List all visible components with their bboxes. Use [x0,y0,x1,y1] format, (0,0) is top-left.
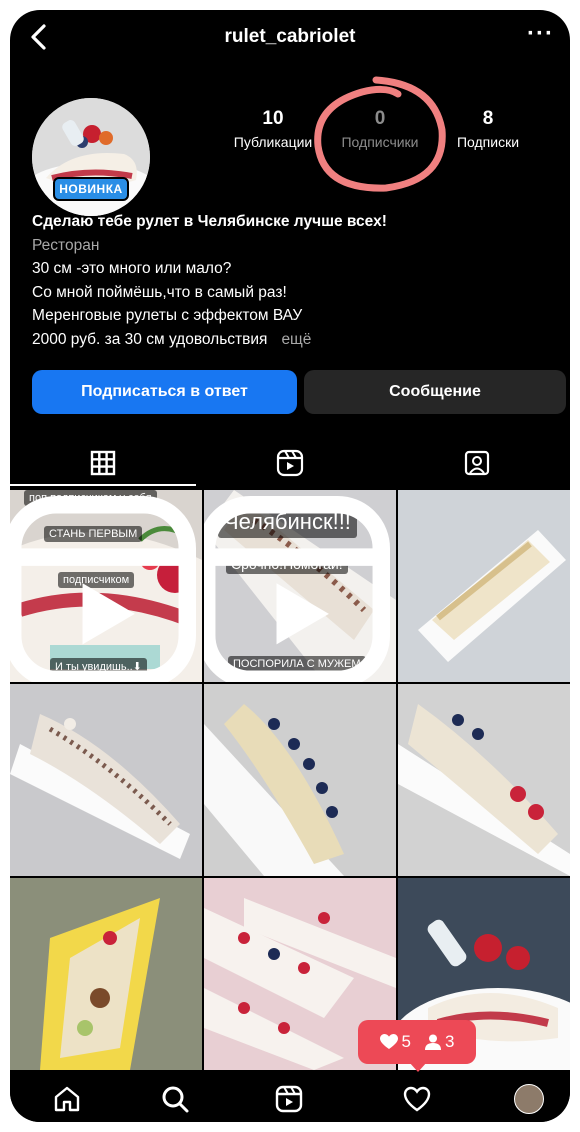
more-options-icon[interactable]: ··· [527,20,554,48]
follow-back-button[interactable]: Подписаться в ответ [32,370,297,414]
bio-line: 2000 руб. за 30 см удовольствия ещё [32,328,552,352]
profile-username: rulet_cabriolet [224,26,356,47]
hand-drawn-circle-annotation [314,76,446,192]
grid-post[interactable] [204,684,396,876]
bio-category: Ресторан [32,236,100,254]
bio-more-link[interactable]: ещё [281,331,311,348]
reels-icon [276,449,304,477]
likes-count: 5 [401,1032,411,1051]
person-icon [425,1034,441,1050]
top-bar: rulet_cabriolet ··· [10,10,570,62]
likes-group: 5 [379,1032,411,1052]
grid-post[interactable] [398,490,570,682]
follows-count: 3 [445,1032,455,1051]
activity-notification[interactable]: 5 3 [358,1020,476,1064]
grid-post[interactable] [10,684,202,876]
profile-avatar[interactable] [514,1084,544,1114]
home-icon[interactable] [52,1084,82,1114]
activity-heart-icon[interactable] [402,1084,432,1114]
heart-icon [379,1034,398,1049]
reels-icon[interactable] [274,1084,304,1114]
grid-post[interactable]: поп подписчикам у себя СТАНЬ ПЕРВЫМ подп… [10,490,202,682]
message-button[interactable]: Сообщение [304,370,566,414]
bio-line: Со мной поймёшь,что в самый раз! [32,283,287,301]
reel-badge-icon [204,496,390,682]
grid-post[interactable] [398,684,570,876]
grid-post[interactable] [10,878,202,1070]
tagged-icon [464,450,490,476]
posts-grid: поп подписчикам у себя СТАНЬ ПЕРВЫМ подп… [10,490,570,1080]
tab-grid[interactable] [10,440,196,486]
grid-post[interactable]: Челябинск!!! Срочно!Помогай! ПОСПОРИЛА С… [204,490,396,682]
reel-badge-icon [10,496,196,682]
active-tab-indicator [10,484,196,486]
profile-tabs [10,440,570,486]
phone-screen: rulet_cabriolet ··· НОВИНКА 10 Публикаци… [10,10,570,1122]
search-icon[interactable] [160,1084,190,1114]
bio-name: Сделаю тебе рулет в Челябинске лучше все… [32,213,387,230]
follows-group: 3 [425,1032,454,1052]
grid-icon [90,450,116,476]
notification-pointer [409,1062,427,1072]
tab-reels[interactable] [197,440,383,486]
bottom-navigation [10,1074,570,1122]
new-badge: НОВИНКА [53,177,129,201]
profile-bio: Сделаю тебе рулет в Челябинске лучше все… [32,210,552,351]
bio-price: 2000 руб. за 30 см удовольствия [32,330,268,348]
bio-line: Меренговые рулеты с эффектом ВАУ [32,307,303,324]
tab-tagged[interactable] [384,440,570,486]
bio-line: 30 см -это много или мало? [32,260,232,277]
